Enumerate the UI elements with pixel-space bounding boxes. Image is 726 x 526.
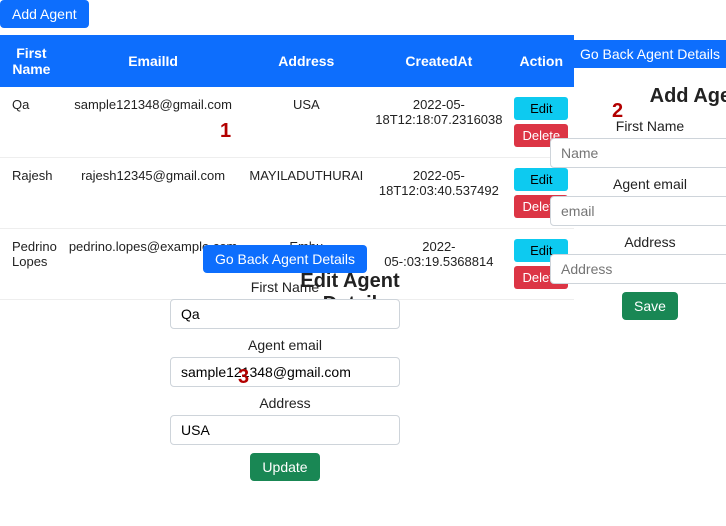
add-agent-title: Add Agent [550, 84, 726, 108]
cell-created: 2022-05-18T12:03:40.537492 [369, 158, 508, 229]
add-address-label: Address [550, 234, 726, 250]
cell-first-name: Rajesh [0, 158, 63, 229]
update-button[interactable]: Update [250, 453, 319, 481]
add-email-label: Agent email [550, 176, 726, 192]
add-agent-button[interactable]: Add Agent [0, 0, 89, 28]
cell-first-name: Pedrino Lopes [0, 229, 63, 300]
edit-address-label: Address [170, 395, 400, 411]
annotation-marker-2: 2 [612, 100, 623, 123]
table-row: Rajesh rajesh12345@gmail.com MAYILADUTHU… [0, 158, 574, 229]
cell-address: USA [243, 87, 369, 158]
edit-address-input[interactable] [170, 415, 400, 445]
add-email-input[interactable] [550, 196, 726, 226]
cell-email: rajesh12345@gmail.com [63, 158, 244, 229]
col-address: Address [243, 35, 369, 87]
edit-firstname-label: First Name [170, 279, 400, 295]
cell-first-name: Qa [0, 87, 63, 158]
edit-email-label: Agent email [170, 337, 400, 353]
table-row: Qa sample121348@gmail.com USA 2022-05-18… [0, 87, 574, 158]
annotation-marker-3: 3 [238, 366, 249, 389]
col-email: EmailId [63, 35, 244, 87]
annotation-marker-1: 1 [220, 120, 231, 143]
col-first-name: First Name [0, 35, 63, 87]
col-created: CreatedAt [369, 35, 508, 87]
add-firstname-input[interactable] [550, 138, 726, 168]
add-firstname-label: First Name [550, 118, 726, 134]
cell-created: 2022-05-18T12:18:07.2316038 [369, 87, 508, 158]
go-back-button[interactable]: Go Back Agent Details [568, 40, 726, 68]
cell-address: MAYILADUTHURAI [243, 158, 369, 229]
add-address-input[interactable] [550, 254, 726, 284]
go-back-button[interactable]: Go Back Agent Details [203, 245, 367, 273]
edit-email-input[interactable] [170, 357, 400, 387]
cell-email: sample121348@gmail.com [63, 87, 244, 158]
edit-agent-panel: Go Back Agent Details First Name Agent e… [170, 245, 400, 481]
edit-firstname-input[interactable] [170, 299, 400, 329]
add-agent-panel: Go Back Agent Details Add Agent First Na… [550, 40, 726, 320]
save-button[interactable]: Save [622, 292, 678, 320]
